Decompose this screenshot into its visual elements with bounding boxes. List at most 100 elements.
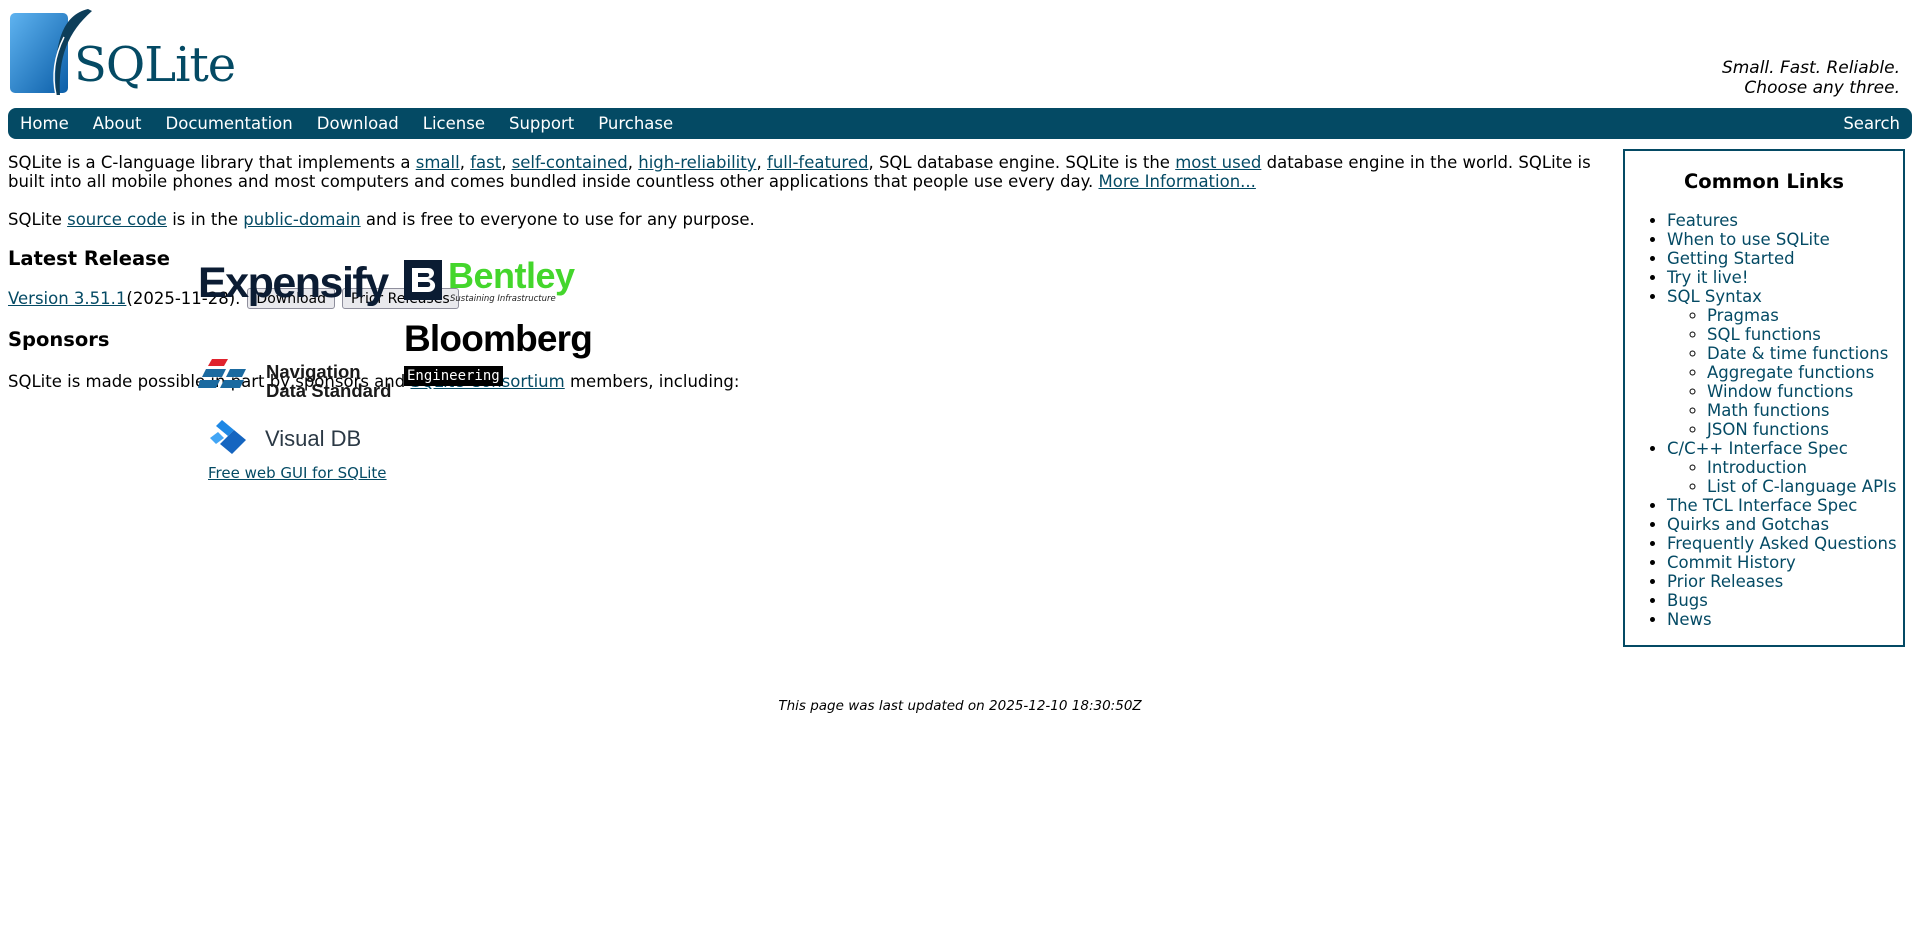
sidebar-link-date-time-functions[interactable]: Date & time functions	[1707, 344, 1888, 363]
link-fast[interactable]: fast	[470, 153, 501, 172]
menu-item-documentation[interactable]: Documentation	[166, 114, 293, 133]
bentley-logo[interactable]: Bentley Sustaining Infrastructure	[404, 255, 588, 306]
main-content: SQLite is a C-language library that impl…	[8, 153, 1598, 391]
sidebar-link-math-functions[interactable]: Math functions	[1707, 401, 1830, 420]
sidebar-item: Features	[1667, 211, 1897, 230]
latest-release-heading: Latest Release	[8, 247, 170, 270]
sidebar-link-when-to-use[interactable]: When to use SQLite	[1667, 230, 1830, 249]
sidebar-item: The TCL Interface Spec	[1667, 496, 1897, 515]
intro-text: , SQL database engine. SQLite is the	[868, 153, 1176, 172]
link-public-domain[interactable]: public-domain	[243, 210, 360, 229]
sidebar-link-c-interface-spec[interactable]: C/C++ Interface Spec	[1667, 439, 1848, 458]
tagline-line-2: Choose any three.	[1744, 78, 1900, 98]
sidebar-item: When to use SQLite	[1667, 230, 1897, 249]
logo-wordmark: SQLite	[74, 37, 236, 93]
sidebar-link-bugs[interactable]: Bugs	[1667, 591, 1708, 610]
sidebar-link-commit-history[interactable]: Commit History	[1667, 553, 1796, 572]
menu-item-purchase[interactable]: Purchase	[598, 114, 673, 133]
sponsors-text: members, including:	[564, 372, 740, 391]
link-self-contained[interactable]: self-contained	[512, 153, 628, 172]
sidebar-link-try-it-live[interactable]: Try it live!	[1667, 268, 1748, 287]
nds-logo[interactable]: Navigation Data Standard	[198, 357, 391, 401]
sidebar-item: C/C++ Interface Spec Introduction List o…	[1667, 439, 1897, 496]
main-menubar: Home About Documentation Download Licens…	[8, 108, 1912, 139]
intro-text: ,	[459, 153, 471, 172]
sidebar-subitem: Pragmas	[1707, 306, 1897, 325]
sidebar-item: SQL Syntax Pragmas SQL functions Date & …	[1667, 287, 1897, 439]
sidebar-subitem: Window functions	[1707, 382, 1897, 401]
sidebar-subitem: Math functions	[1707, 401, 1897, 420]
sidebar-item: Try it live!	[1667, 268, 1897, 287]
sidebar-link-sql-syntax[interactable]: SQL Syntax	[1667, 287, 1762, 306]
sidebar-item: Getting Started	[1667, 249, 1897, 268]
sidebar-link-tcl-interface-spec[interactable]: The TCL Interface Spec	[1667, 496, 1857, 515]
menu-item-license[interactable]: License	[423, 114, 485, 133]
visualdb-logo[interactable]: Visual DB	[210, 420, 370, 456]
intro-text: ,	[756, 153, 768, 172]
c-interface-sublist: Introduction List of C-language APIs	[1667, 458, 1897, 496]
link-most-used[interactable]: most used	[1175, 153, 1261, 172]
visualdb-wordmark: Visual DB	[265, 426, 362, 451]
menu-item-about[interactable]: About	[93, 114, 142, 133]
menu-item-support[interactable]: Support	[509, 114, 574, 133]
bentley-tagline: Sustaining Infrastructure	[450, 294, 556, 304]
search-link[interactable]: Search	[1843, 114, 1900, 133]
intro-text: ,	[501, 153, 512, 172]
sidebar-link-news[interactable]: News	[1667, 610, 1712, 629]
sidebar-link-features[interactable]: Features	[1667, 211, 1738, 230]
sidebar-item: Prior Releases	[1667, 572, 1897, 591]
sidebar-item: News	[1667, 610, 1897, 629]
sidebar-subitem: Introduction	[1707, 458, 1897, 477]
public-domain-paragraph: SQLite source code is in the public-doma…	[8, 210, 755, 229]
link-small[interactable]: small	[416, 153, 460, 172]
sidebar-subitem: List of C-language APIs	[1707, 477, 1897, 496]
pd-text: SQLite	[8, 210, 68, 229]
common-links-sidebar: Common Links Features When to use SQLite…	[1623, 149, 1905, 647]
tagline: Small. Fast. Reliable. Choose any three.	[1722, 58, 1900, 98]
sidebar-link-json-functions[interactable]: JSON functions	[1707, 420, 1829, 439]
sidebar-link-quirks-and-gotchas[interactable]: Quirks and Gotchas	[1667, 515, 1829, 534]
sidebar-link-faq[interactable]: Frequently Asked Questions	[1667, 534, 1897, 553]
menu-item-home[interactable]: Home	[20, 114, 69, 133]
link-more-information[interactable]: More Information...	[1099, 172, 1256, 191]
intro-text: ,	[627, 153, 639, 172]
nds-line-2: Data Standard	[266, 380, 392, 401]
sidebar-link-pragmas[interactable]: Pragmas	[1707, 306, 1779, 325]
visualdb-icon	[210, 420, 246, 454]
expensify-logo[interactable]: Expensify	[198, 262, 389, 305]
sidebar-subitem: Date & time functions	[1707, 344, 1897, 363]
sidebar-title: Common Links	[1684, 170, 1844, 193]
bloomberg-logo[interactable]: Bloomberg	[404, 320, 593, 357]
sidebar-link-window-functions[interactable]: Window functions	[1707, 382, 1853, 401]
sidebar-item: Commit History	[1667, 553, 1897, 572]
nds-wordmark: Navigation Data Standard	[266, 362, 391, 400]
bentley-wordmark: Bentley	[448, 255, 575, 296]
pd-text: and is free to everyone to use for any p…	[360, 210, 755, 229]
last-updated-footer: This page was last updated on 2025-12-10…	[778, 698, 1142, 714]
bloomberg-engineering-badge[interactable]: Engineering	[404, 366, 503, 386]
pd-text: is in the	[166, 210, 244, 229]
menu-item-download[interactable]: Download	[317, 114, 399, 133]
link-high-reliability[interactable]: high-reliability	[638, 153, 756, 172]
sidebar-item: Frequently Asked Questions	[1667, 534, 1897, 553]
sidebar-link-sql-functions[interactable]: SQL functions	[1707, 325, 1821, 344]
sidebar-link-prior-releases[interactable]: Prior Releases	[1667, 572, 1783, 591]
sidebar-list: Features When to use SQLite Getting Star…	[1639, 211, 1897, 629]
sidebar-link-getting-started[interactable]: Getting Started	[1667, 249, 1795, 268]
intro-paragraph: SQLite is a C-language library that impl…	[8, 153, 1598, 191]
link-full-featured[interactable]: full-featured	[767, 153, 868, 172]
sidebar-link-aggregate-functions[interactable]: Aggregate functions	[1707, 363, 1874, 382]
nds-line-1: Navigation	[266, 361, 361, 382]
intro-text: SQLite is a C-language library that impl…	[8, 153, 416, 172]
sidebar-subitem: Aggregate functions	[1707, 363, 1897, 382]
tagline-line-1: Small. Fast. Reliable.	[1721, 58, 1900, 78]
sidebar-link-introduction[interactable]: Introduction	[1707, 458, 1807, 477]
sidebar-item: Bugs	[1667, 591, 1897, 610]
sidebar-link-c-language-apis[interactable]: List of C-language APIs	[1707, 477, 1896, 496]
version-link[interactable]: Version 3.51.1	[8, 289, 126, 308]
sidebar-item: Quirks and Gotchas	[1667, 515, 1897, 534]
link-source-code[interactable]: source code	[67, 210, 167, 229]
sqlite-logo[interactable]: SQLite	[8, 7, 236, 96]
visualdb-link[interactable]: Free web GUI for SQLite	[208, 464, 387, 482]
sidebar-subitem: SQL functions	[1707, 325, 1897, 344]
